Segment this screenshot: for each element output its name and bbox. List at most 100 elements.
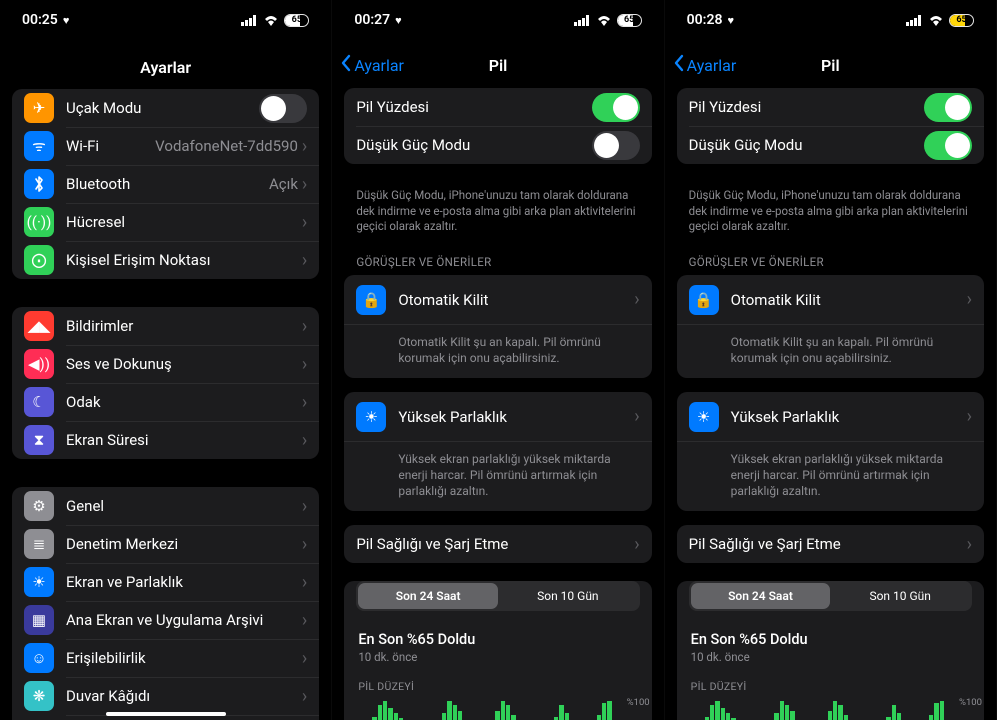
- seg-0[interactable]: Son 24 Saat: [691, 583, 831, 609]
- link-icon: ⨀: [24, 245, 54, 275]
- moon-icon: ☾: [24, 387, 54, 417]
- settings-row-duvar-k-d-[interactable]: ❋Duvar Kâğıdı›: [12, 677, 319, 715]
- low-power-mode-footer: Düşük Güç Modu, iPhone'unuzu tam olarak …: [332, 182, 663, 255]
- time-range-segmented[interactable]: Son 24 SaatSon 10 Gün: [356, 581, 639, 611]
- insight-card[interactable]: 🔒 Otomatik Kilit › Otomatik Kilit şu an …: [344, 275, 651, 378]
- wifi-icon: [596, 14, 612, 26]
- chevron-right-icon: ›: [634, 534, 639, 555]
- back-button[interactable]: Ayarlar: [673, 54, 737, 76]
- insight-body: Otomatik Kilit şu an kapalı. Pil ömrünü …: [677, 324, 984, 378]
- battery-level-label: PİL DÜZEYİ: [677, 666, 984, 697]
- status-bar: 00:28 ♥ 65: [665, 0, 996, 40]
- battery-percentage-row[interactable]: Pil Yüzdesi: [677, 88, 984, 126]
- chevron-right-icon: ›: [302, 250, 307, 271]
- last-charge-sub: 10 dk. önce: [358, 650, 637, 664]
- wifi-icon: [263, 14, 279, 26]
- settings-row-genel[interactable]: ⚙Genel›: [12, 487, 319, 525]
- airplane-icon: ✈: [24, 93, 54, 123]
- insight-body: Otomatik Kilit şu an kapalı. Pil ömrünü …: [344, 324, 651, 378]
- chevron-right-icon: ›: [302, 686, 307, 707]
- chevron-right-icon: ›: [967, 289, 972, 310]
- chevron-right-icon: ›: [302, 174, 307, 195]
- chevron-right-icon: ›: [302, 354, 307, 375]
- battery-level-chart: [689, 699, 944, 720]
- low-power-mode-row[interactable]: Düşük Güç Modu: [677, 126, 984, 164]
- chevron-right-icon: ›: [302, 572, 307, 593]
- last-charge-label: En Son %65 Doldu: [691, 631, 970, 648]
- seg-1[interactable]: Son 10 Gün: [498, 583, 638, 609]
- status-bar: 00:25 ♥ 65: [0, 0, 331, 40]
- row-label: Pil Sağlığı ve Şarj Etme: [689, 535, 967, 553]
- toggle-airplane[interactable]: [259, 94, 307, 123]
- toggle-low-power-mode[interactable]: [592, 131, 640, 160]
- back-button[interactable]: Ayarlar: [340, 54, 404, 76]
- row-label: Bildirimler: [66, 317, 302, 335]
- insight-body: Yüksek ekran parlaklığı yüksek miktarda …: [344, 441, 651, 512]
- low-power-mode-footer: Düşük Güç Modu, iPhone'unuzu tam olarak …: [665, 182, 996, 255]
- battery-health-row[interactable]: Pil Sağlığı ve Şarj Etme ›: [344, 525, 651, 563]
- toggle-low-power-mode[interactable]: [924, 131, 972, 160]
- battery-chart-section: Son 24 SaatSon 10 Gün En Son %65 Doldu 1…: [677, 581, 984, 720]
- battery-health-row[interactable]: Pil Sağlığı ve Şarj Etme ›: [677, 525, 984, 563]
- row-label: Pil Sağlığı ve Şarj Etme: [356, 535, 634, 553]
- signal-icon: [241, 15, 258, 26]
- chevron-right-icon: ›: [302, 430, 307, 451]
- home-indicator[interactable]: [106, 712, 226, 716]
- battery-percentage-row[interactable]: Pil Yüzdesi: [344, 88, 651, 126]
- phone-battery-lpm-on: 00:28 ♥ 65 Ayarlar Pil Pil Yüzdesi: [665, 0, 997, 720]
- chevron-left-icon: [673, 54, 685, 76]
- settings-row-eri-ilebilirlik[interactable]: ☺Erişilebilirlik›: [12, 639, 319, 677]
- battery-indicator: 65: [949, 14, 974, 27]
- row-detail: Açık: [269, 175, 298, 193]
- toggle-battery-percentage[interactable]: [592, 93, 640, 122]
- sun-icon: ☀: [356, 402, 386, 432]
- wifi-icon: ᯤ: [24, 131, 54, 161]
- low-power-mode-row[interactable]: Düşük Güç Modu: [344, 126, 651, 164]
- status-time: 00:25: [22, 12, 58, 28]
- bluetooth-icon: [24, 169, 54, 199]
- signal-icon: [906, 15, 923, 26]
- seg-1[interactable]: Son 10 Gün: [830, 583, 970, 609]
- bell-icon: ◢◣: [24, 311, 54, 341]
- settings-row-bluetooth[interactable]: BluetoothAçık›: [12, 165, 319, 203]
- row-label: Hücresel: [66, 213, 302, 231]
- time-range-segmented[interactable]: Son 24 SaatSon 10 Gün: [689, 581, 972, 611]
- insight-body: Yüksek ekran parlaklığı yüksek miktarda …: [677, 441, 984, 512]
- chevron-right-icon: ›: [302, 212, 307, 233]
- phone-settings: 00:25 ♥ 65 Ayarlar ✈Uçak ModuᯤWi-FiVodaf…: [0, 0, 332, 720]
- ylabel-100: %100: [627, 697, 650, 708]
- toggle-battery-percentage[interactable]: [924, 93, 972, 122]
- chevron-right-icon: ›: [302, 316, 307, 337]
- settings-row-denetim-merkezi[interactable]: ≣Denetim Merkezi›: [12, 525, 319, 563]
- insight-card[interactable]: 🔒 Otomatik Kilit › Otomatik Kilit şu an …: [677, 275, 984, 378]
- settings-row-ses-ve-dokunu-[interactable]: ◀))Ses ve Dokunuş›: [12, 345, 319, 383]
- settings-row-u-ak-modu[interactable]: ✈Uçak Modu: [12, 89, 319, 127]
- acc-icon: ☺: [24, 643, 54, 673]
- row-label: Wi-Fi: [66, 137, 155, 155]
- row-label: Ekran Süresi: [66, 431, 302, 449]
- chevron-right-icon: ›: [302, 610, 307, 631]
- last-charge-sub: 10 dk. önce: [691, 650, 970, 664]
- seg-0[interactable]: Son 24 Saat: [358, 583, 498, 609]
- row-label: Duvar Kâğıdı: [66, 687, 302, 705]
- status-time: 00:27: [354, 12, 390, 28]
- signal-icon: [574, 15, 591, 26]
- row-label: Düşük Güç Modu: [689, 136, 924, 154]
- row-label: Bluetooth: [66, 175, 269, 193]
- insight-card[interactable]: ☀ Yüksek Parlaklık › Yüksek ekran parlak…: [344, 392, 651, 512]
- settings-row-ana-ekran-ve-uygulama-ar-ivi[interactable]: ▦Ana Ekran ve Uygulama Arşivi›: [12, 601, 319, 639]
- insight-title: Yüksek Parlaklık: [398, 408, 634, 426]
- chevron-right-icon: ›: [634, 406, 639, 427]
- settings-row-ki-isel-eri-im-noktas-[interactable]: ⨀Kişisel Erişim Noktası›: [12, 241, 319, 279]
- settings-row-h-cresel[interactable]: ((·)) Hücresel›: [12, 203, 319, 241]
- settings-row-ekran-ve-parlakl-k[interactable]: ☀Ekran ve Parlaklık›: [12, 563, 319, 601]
- settings-row-bildirimler[interactable]: ◢◣ Bildirimler›: [12, 307, 319, 345]
- sun-icon: ☀: [689, 402, 719, 432]
- grid-icon: ▦: [24, 605, 54, 635]
- insight-card[interactable]: ☀ Yüksek Parlaklık › Yüksek ekran parlak…: [677, 392, 984, 512]
- settings-row-wi-fi[interactable]: ᯤWi-FiVodafoneNet-7dd590›: [12, 127, 319, 165]
- settings-row-ekran-s-resi[interactable]: ⧗Ekran Süresi›: [12, 421, 319, 459]
- wifi-icon: [928, 14, 944, 26]
- settings-row-odak[interactable]: ☾Odak›: [12, 383, 319, 421]
- cell-icon: ((·)): [24, 207, 54, 237]
